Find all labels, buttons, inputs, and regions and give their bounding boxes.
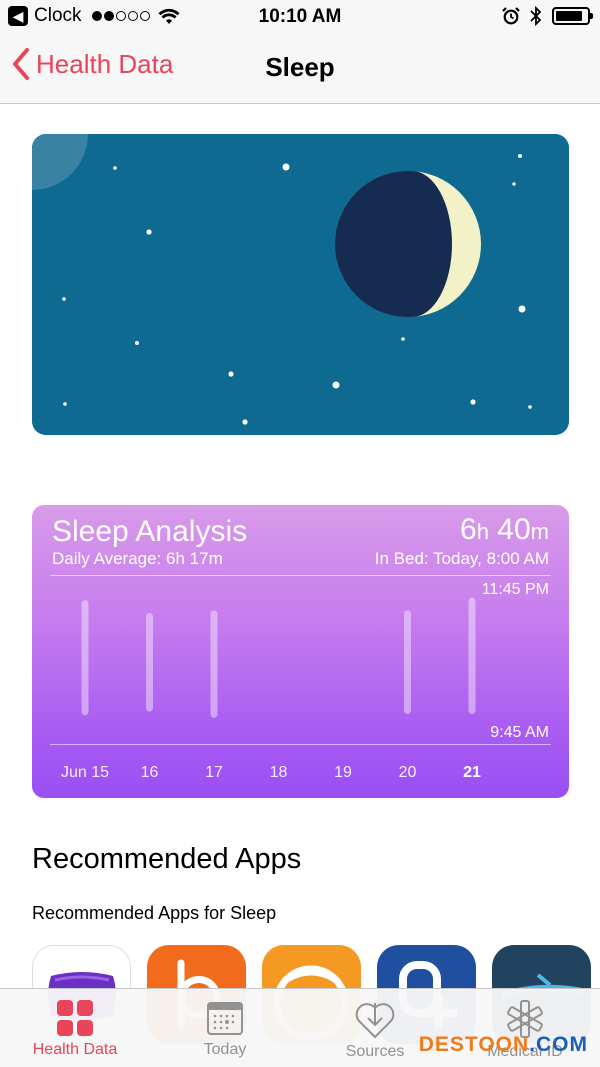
watermark-suffix: .COM [529,1033,588,1056]
status-bar: ◀ Clock 10:10 AM [0,0,600,34]
sleep-bar-2 [146,612,153,712]
download-heart-icon [355,1003,395,1039]
watermark-prefix: DESTOON [418,1033,530,1056]
tab-label: Sources [345,1043,405,1060]
sleep-analysis-card[interactable]: Sleep Analysis Daily Average: 6h 17m 6h … [32,505,569,798]
recommended-apps-heading: Recommended Apps [32,843,302,875]
recommended-apps-subheading: Recommended Apps for Sleep [32,903,277,923]
sleep-bar-1 [81,600,89,716]
page-title: Sleep [265,52,335,82]
day-label-2: 16 [140,764,159,781]
alarm-icon [502,7,520,25]
sleep-chart [81,597,476,718]
day-label-3: 17 [205,764,223,781]
tab-label: Today [203,1041,247,1058]
sleep-bar-7 [468,597,476,715]
navigation-bar: Health Data Sleep [0,34,600,104]
chart-bottom-time-label: 9:45 AM [490,724,549,741]
sleep-hero-illustration [32,134,569,435]
sleep-bar-3 [210,610,218,718]
tab-sources[interactable]: Sources [315,989,435,1061]
day-label-1: Jun 15 [60,764,110,781]
tab-label: Health Data [32,1041,118,1058]
sleep-bar-6 [404,610,411,715]
day-label-5: 19 [334,764,352,781]
grid-icon [57,1000,93,1036]
day-label-4: 18 [269,764,288,781]
calendar-icon [207,1002,243,1035]
battery-icon [552,7,593,25]
tab-health-data[interactable]: Health Data [15,989,135,1059]
day-label-7: 21 [463,764,481,781]
day-label-6: 20 [398,764,417,781]
status-right [502,6,593,26]
moon-icon [335,171,481,317]
bluetooth-icon [530,6,542,26]
watermark: DESTOON.COM [419,1033,588,1057]
chart-bottom-divider [50,744,551,745]
tab-today[interactable]: Today [165,989,285,1059]
